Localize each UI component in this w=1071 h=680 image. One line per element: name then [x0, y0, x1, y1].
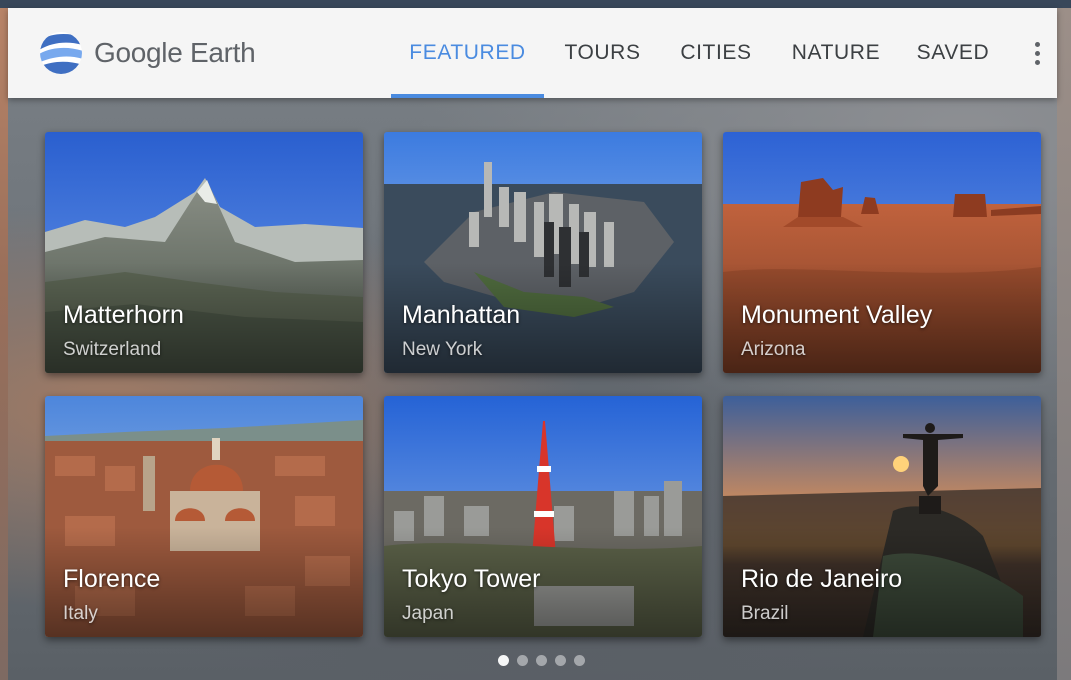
card-florence[interactable]: Florence Italy [45, 396, 363, 637]
page-dot-1[interactable] [498, 655, 509, 666]
card-title: Manhattan [402, 301, 521, 329]
card-title: Rio de Janeiro [741, 565, 903, 593]
page-indicator [498, 655, 585, 666]
app-name: Google Earth [94, 37, 256, 68]
card-title: Matterhorn [63, 301, 184, 329]
card-subtitle: New York [402, 339, 483, 360]
card-title: Monument Valley [741, 301, 933, 329]
google-earth-logo-icon [40, 32, 82, 74]
tab-saved[interactable]: SAVED [901, 8, 1005, 98]
tab-tours[interactable]: TOURS [544, 8, 661, 98]
card-monument-valley[interactable]: Monument Valley Arizona [723, 132, 1041, 373]
tab-featured[interactable]: FEATURED [391, 8, 544, 98]
tab-cities[interactable]: CITIES [661, 8, 771, 98]
card-manhattan[interactable]: Manhattan New York [384, 132, 702, 373]
card-rio-de-janeiro[interactable]: Rio de Janeiro Brazil [723, 396, 1041, 637]
left-edge [0, 8, 8, 680]
app-logo[interactable]: Google Earth [38, 30, 256, 76]
card-title: Florence [63, 565, 161, 593]
card-subtitle: Switzerland [63, 339, 162, 360]
window-top-bar [0, 0, 1071, 8]
page-dot-4[interactable] [555, 655, 566, 666]
page-dot-2[interactable] [517, 655, 528, 666]
card-subtitle: Japan [402, 603, 454, 624]
kebab-dot [1034, 41, 1040, 47]
tab-label: SAVED [916, 41, 990, 64]
more-vert-icon[interactable] [1025, 38, 1049, 68]
page-dot-3[interactable] [536, 655, 547, 666]
tab-label: NATURE [791, 41, 881, 64]
category-tabs: FEATURED TOURS CITIES NATURE SAVED [391, 8, 1005, 98]
tab-nature[interactable]: NATURE [771, 8, 901, 98]
page-dot-5[interactable] [574, 655, 585, 666]
card-subtitle: Arizona [741, 339, 806, 360]
kebab-dot [1034, 50, 1040, 56]
app-header: Google Earth FEATURED TOURS CITIES NATUR… [8, 8, 1057, 98]
card-title: Tokyo Tower [402, 565, 541, 593]
tab-label: CITIES [680, 41, 752, 64]
card-matterhorn[interactable]: Matterhorn Switzerland [45, 132, 363, 373]
kebab-dot [1034, 59, 1040, 65]
card-subtitle: Brazil [741, 603, 789, 624]
active-tab-indicator [391, 94, 544, 98]
card-subtitle: Italy [63, 603, 98, 624]
right-edge [1057, 8, 1071, 680]
tab-label: TOURS [564, 41, 641, 64]
tab-label: FEATURED [409, 41, 526, 64]
card-tokyo-tower[interactable]: Tokyo Tower Japan [384, 396, 702, 637]
